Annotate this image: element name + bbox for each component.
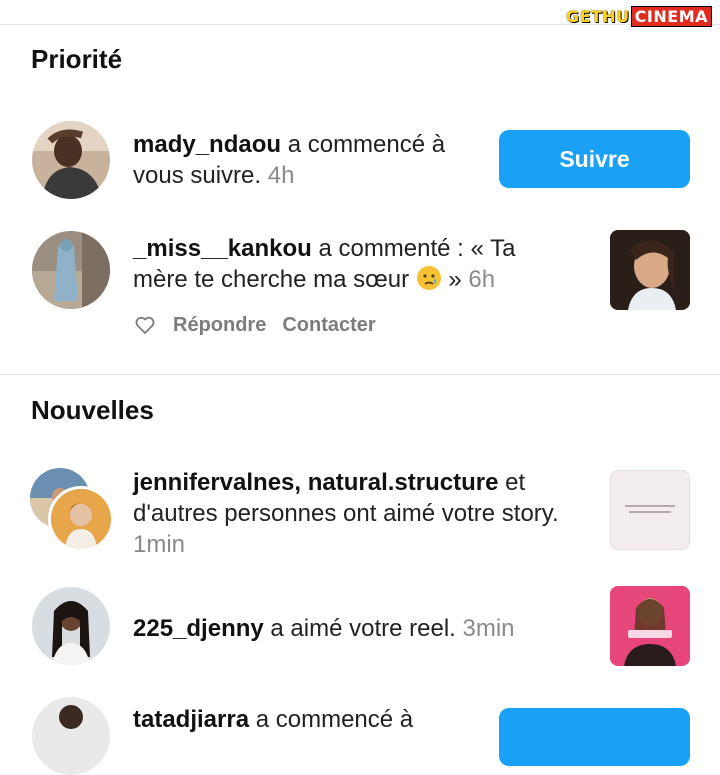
username-link[interactable]: jennifervalnes, natural.structure	[133, 469, 498, 496]
avatar-image	[32, 697, 110, 775]
heart-outline-icon[interactable]	[133, 313, 157, 337]
follow-button[interactable]: Suivre	[499, 130, 690, 188]
notification-text-4: 225_djenny a aimé votre reel. 3min	[133, 615, 515, 642]
crying-face-emoji-icon	[416, 266, 441, 290]
avatar-miss-kankou[interactable]	[32, 231, 110, 309]
contact-button[interactable]: Contacter	[282, 314, 375, 337]
avatar-mady-ndaou[interactable]	[32, 121, 110, 199]
username-link[interactable]: 225_djenny	[133, 615, 264, 642]
avatar-image	[51, 489, 111, 549]
avatar-image	[32, 231, 110, 309]
username-link[interactable]: _miss__kankou	[133, 235, 312, 262]
section-title-new: Nouvelles	[31, 395, 154, 425]
notification-text-3: jennifervalnes, natural.structure et d'a…	[133, 469, 559, 558]
thumbnail-image	[610, 230, 690, 310]
thumbnail-image	[610, 586, 690, 666]
comment-post-thumbnail[interactable]	[610, 230, 690, 310]
thumbnail-image	[625, 505, 675, 513]
comment-actions: Répondre Contacter	[133, 313, 376, 337]
story-thumbnail[interactable]	[610, 470, 690, 550]
reel-thumbnail[interactable]	[610, 586, 690, 666]
section-title-priority: Priorité	[31, 44, 123, 74]
watermark-logo: GETHU CINEMA	[566, 5, 712, 27]
avatar-image	[32, 587, 110, 665]
notification-text-2: _miss__kankou a commenté : « Ta mère te …	[133, 235, 516, 293]
follow-button-partial[interactable]	[499, 708, 690, 766]
notification-text-1: mady_ndaou a commencé à vous suivre. 4h	[133, 131, 446, 189]
avatar-natural-structure[interactable]	[48, 486, 114, 552]
avatar-225-djenny[interactable]	[32, 587, 110, 665]
reply-button[interactable]: Répondre	[173, 314, 266, 337]
avatar-tatadjiarra[interactable]	[32, 697, 110, 775]
section-divider	[0, 374, 720, 375]
avatar-image	[32, 121, 110, 199]
username-link[interactable]: mady_ndaou	[133, 131, 281, 158]
